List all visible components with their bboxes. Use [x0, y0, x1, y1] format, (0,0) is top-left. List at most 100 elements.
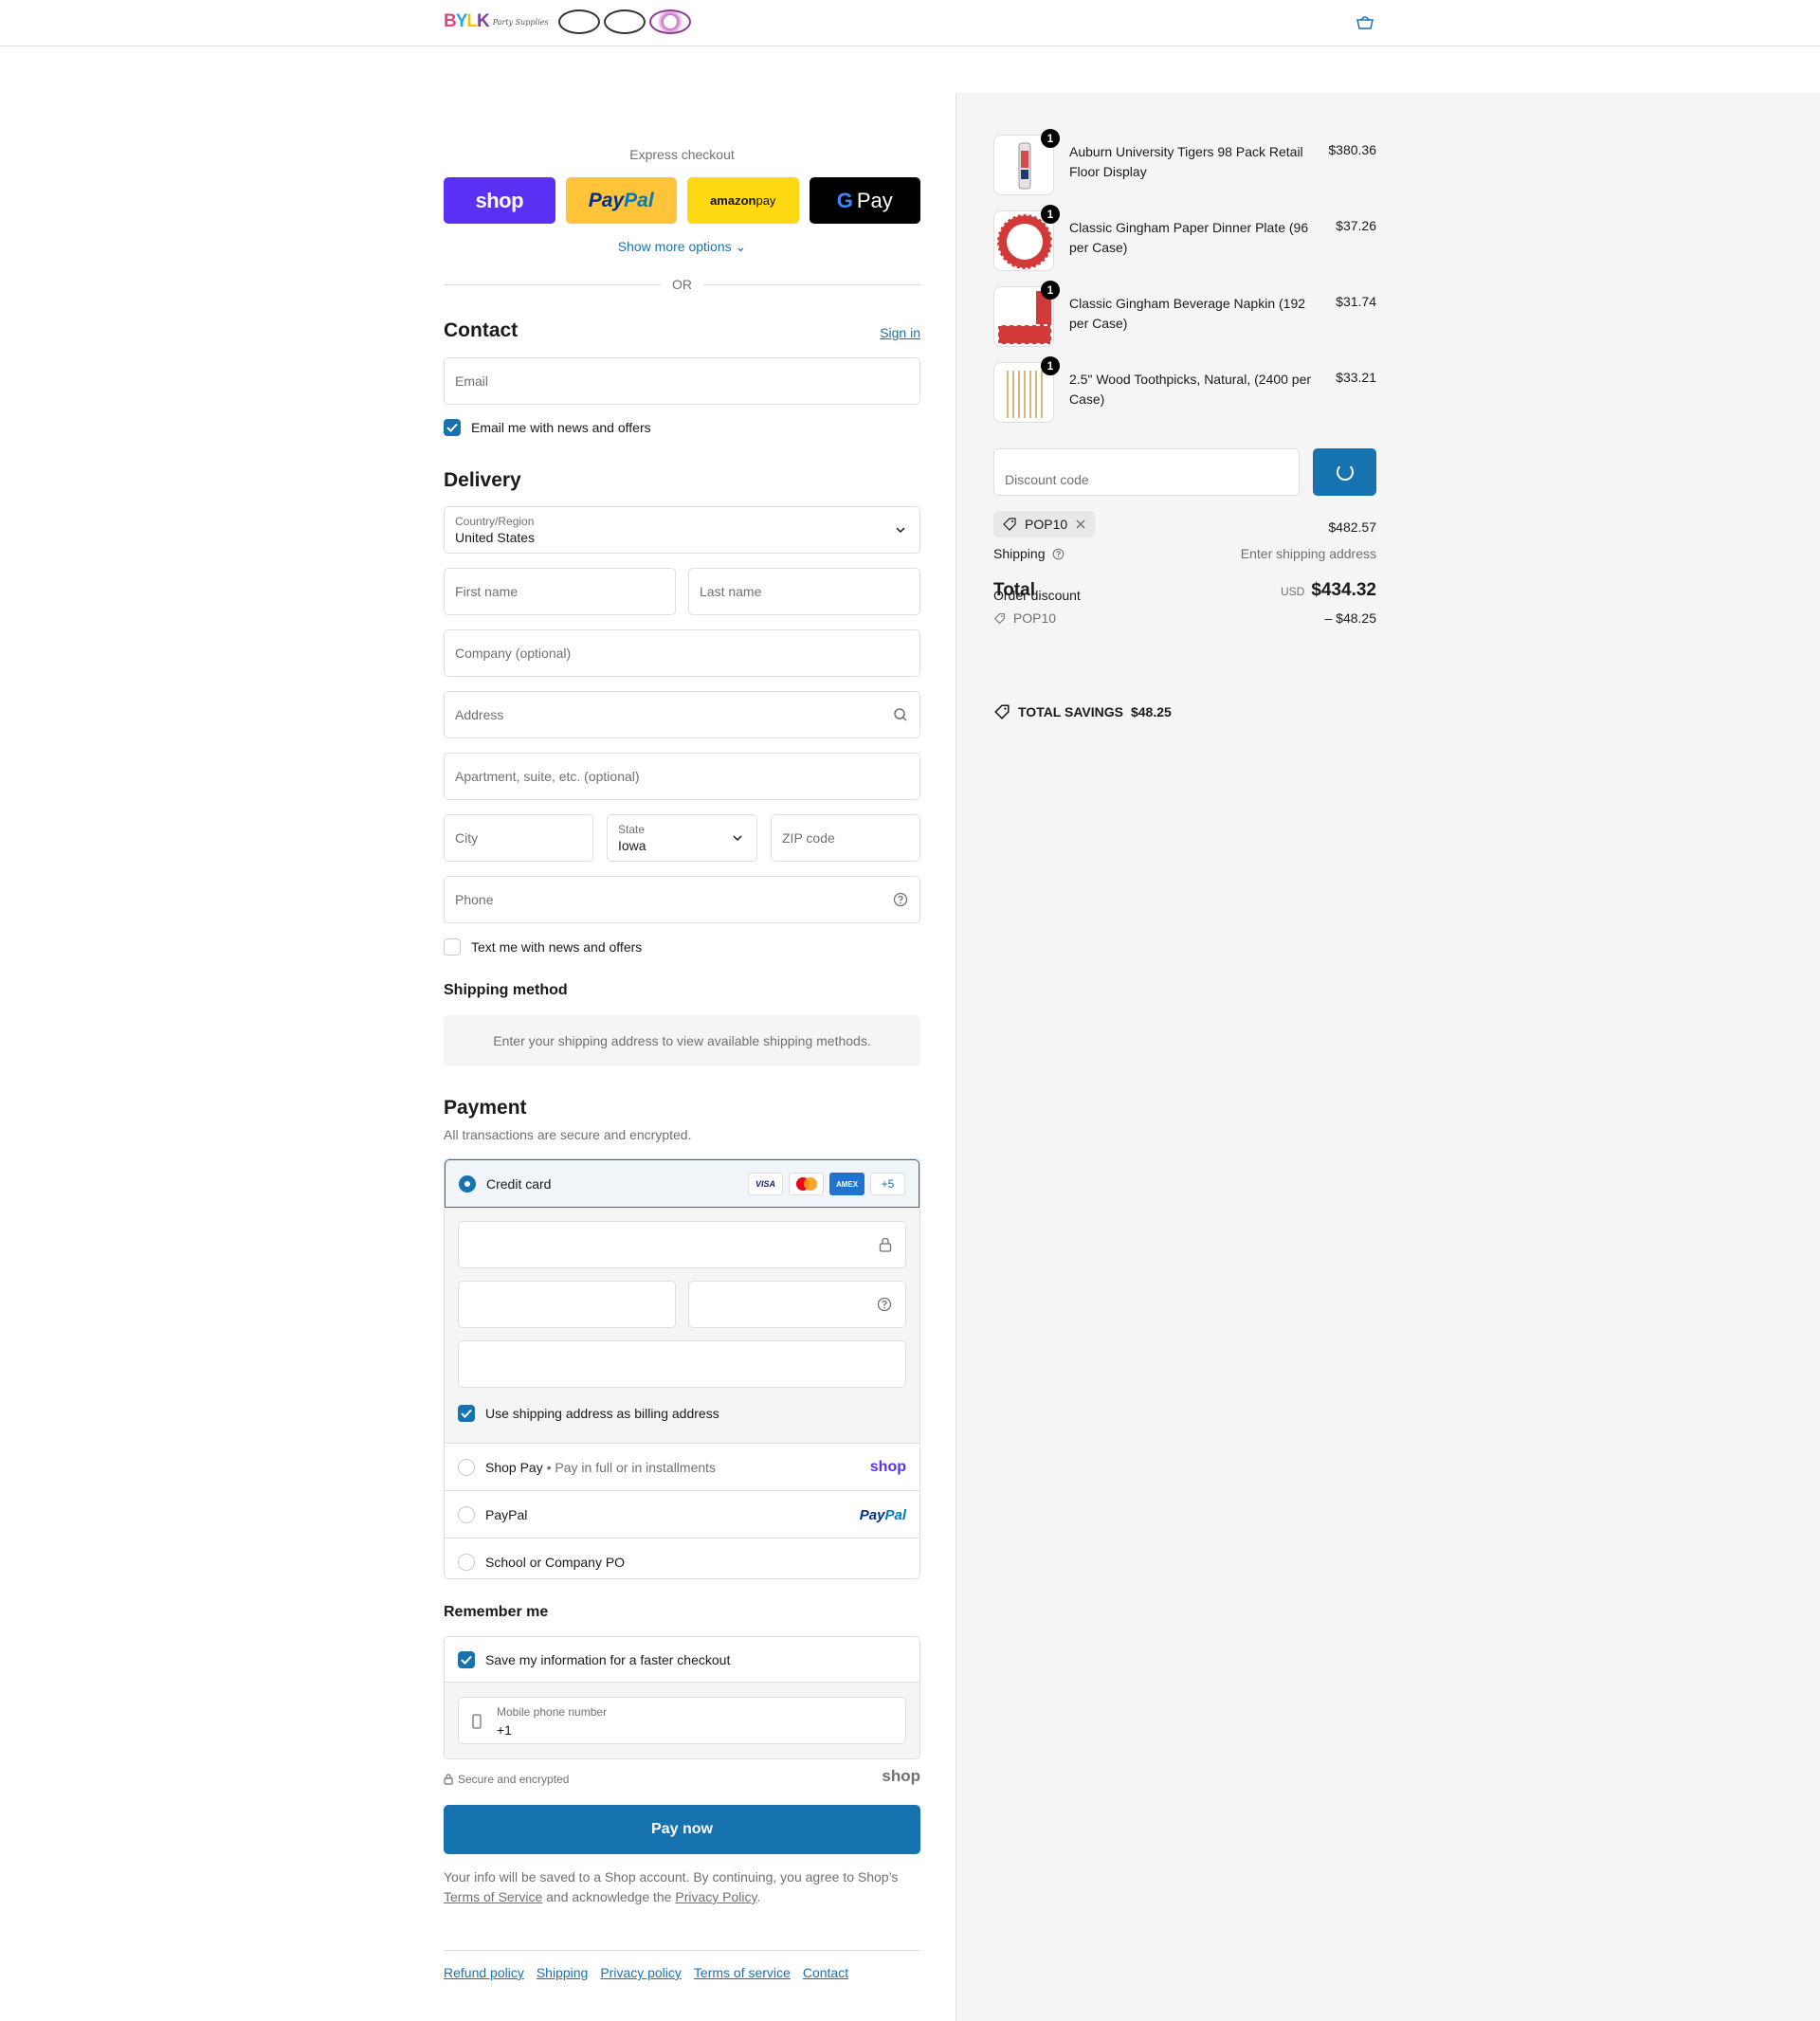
po-option[interactable]: School or Company PO: [445, 1538, 919, 1578]
item-name: 2.5" Wood Toothpicks, Natural, (2400 per…: [1069, 372, 1312, 407]
city-field[interactable]: City: [444, 814, 593, 862]
terms-of-service-footer-link[interactable]: Terms of service: [694, 1965, 791, 1980]
contact-heading: Contact: [444, 319, 519, 341]
item-name: Auburn University Tigers 98 Pack Retail …: [1069, 144, 1303, 179]
delivery-heading: Delivery: [444, 469, 521, 491]
company-field[interactable]: Company (optional): [444, 629, 920, 677]
more-brands-badge[interactable]: +5: [870, 1173, 905, 1195]
shipping-link[interactable]: Shipping: [537, 1965, 589, 1980]
contact-link[interactable]: Contact: [803, 1965, 848, 1980]
credit-card-form: Use shipping address as billing address: [445, 1208, 919, 1443]
terms-of-service-link[interactable]: Terms of Service: [444, 1889, 542, 1904]
shop-logo: shop: [882, 1767, 920, 1785]
security-code-field[interactable]: [688, 1281, 906, 1328]
paypal-button[interactable]: Pay Pal: [565, 177, 677, 224]
address-field[interactable]: Address: [444, 691, 920, 738]
quantity-badge: 1: [1041, 129, 1060, 148]
express-checkout-title: Express checkout: [629, 147, 735, 162]
item-price: $31.74: [1336, 294, 1376, 309]
checkbox-checked-icon[interactable]: [458, 1651, 475, 1668]
quantity-badge: 1: [1041, 205, 1060, 224]
shipping-method-note: Enter your shipping address to view avai…: [444, 1015, 920, 1066]
apartment-field[interactable]: Apartment, suite, etc. (optional): [444, 753, 920, 800]
site-header: BYLK Party Supplies: [0, 0, 1820, 46]
shop-pay-logo: shop: [869, 1459, 906, 1475]
credit-card-option[interactable]: Credit card VISA AMEX +5: [445, 1159, 919, 1208]
privacy-policy-link[interactable]: Privacy Policy: [675, 1889, 756, 1904]
name-on-card-field[interactable]: [458, 1340, 906, 1388]
tag-icon: [1003, 518, 1016, 531]
amazon-pay-button[interactable]: amazon pay: [687, 177, 799, 224]
radio-unselected-icon[interactable]: [458, 1459, 475, 1476]
logo-letters: BYLK: [444, 11, 490, 31]
checkbox-checked-icon[interactable]: [444, 419, 461, 436]
cart-item: 1 Auburn University Tigers 98 Pack Retai…: [993, 129, 1376, 197]
item-name: Classic Gingham Beverage Napkin (192 per…: [1069, 296, 1306, 331]
chevron-down-icon: [733, 835, 742, 842]
amex-icon: AMEX: [829, 1173, 864, 1195]
privacy-policy-footer-link[interactable]: Privacy policy: [600, 1965, 682, 1980]
google-pay-button[interactable]: G Pay: [809, 177, 920, 224]
legal-note: Your info will be saved to a Shop accoun…: [444, 1869, 899, 1904]
cart-item: 1 Classic Gingham Beverage Napkin (192 p…: [993, 281, 1376, 349]
lock-icon: [879, 1237, 892, 1252]
veteran-seal-icon: [557, 9, 600, 34]
first-name-field[interactable]: First name: [444, 568, 676, 615]
close-icon[interactable]: [1075, 519, 1086, 530]
text-news-checkbox[interactable]: Text me with news and offers: [444, 938, 642, 956]
sign-in-link[interactable]: Sign in: [880, 325, 920, 340]
store-logo[interactable]: BYLK Party Supplies: [444, 8, 691, 36]
refund-policy-link[interactable]: Refund policy: [444, 1965, 524, 1980]
help-icon[interactable]: [893, 892, 908, 907]
phone-field[interactable]: Phone: [444, 876, 920, 923]
remember-me-box: Save my information for a faster checkou…: [444, 1636, 920, 1759]
paypal-option[interactable]: PayPal PayPal: [445, 1490, 919, 1538]
state-select[interactable]: State Iowa: [607, 814, 757, 862]
quantity-badge: 1: [1041, 281, 1060, 300]
loading-spinner-icon: [1336, 464, 1354, 481]
radio-unselected-icon[interactable]: [458, 1506, 475, 1523]
expiration-field[interactable]: [458, 1281, 676, 1328]
show-more-options-link[interactable]: Show more options ⌄: [444, 239, 920, 255]
quantity-badge: 1: [1041, 356, 1060, 375]
cart-icon[interactable]: [1356, 15, 1374, 30]
or-divider: OR: [444, 275, 920, 294]
discount-code-field[interactable]: Discount code: [993, 448, 1300, 496]
save-info-checkbox[interactable]: Save my information for a faster checkou…: [458, 1651, 730, 1668]
search-icon: [894, 708, 907, 721]
item-price: $380.36: [1328, 142, 1376, 157]
email-field[interactable]: Email: [444, 357, 920, 405]
remember-me-heading: Remember me: [444, 1604, 549, 1620]
shipping-row: Shipping Enter shipping address: [993, 546, 1376, 561]
card-number-field[interactable]: [458, 1221, 906, 1268]
lock-icon: [444, 1774, 453, 1785]
pay-now-button[interactable]: Pay now: [444, 1805, 920, 1854]
paypal-logo: PayPal: [859, 1507, 906, 1523]
tag-icon: [993, 613, 1005, 625]
email-news-checkbox[interactable]: Email me with news and offers: [444, 419, 651, 436]
save-info-option[interactable]: Save my information for a faster checkou…: [445, 1637, 919, 1683]
applied-discount-tag: POP10: [993, 511, 1096, 537]
item-name: Classic Gingham Paper Dinner Plate (96 p…: [1069, 220, 1309, 255]
item-price: $33.21: [1336, 370, 1376, 385]
total-savings: TOTAL SAVINGS $48.25: [993, 703, 1172, 720]
payment-methods: Credit card VISA AMEX +5 Use shipping ad…: [444, 1158, 920, 1579]
checkbox-unchecked-icon[interactable]: [444, 938, 461, 956]
help-icon[interactable]: [1052, 548, 1065, 560]
chevron-down-icon: ⌄: [735, 239, 747, 254]
shop-pay-button[interactable]: shop: [444, 177, 555, 224]
shop-pay-option[interactable]: Shop Pay • Pay in full or in installment…: [445, 1443, 919, 1490]
billing-same-checkbox[interactable]: Use shipping address as billing address: [458, 1405, 719, 1422]
mobile-phone-field[interactable]: Mobile phone number +1: [458, 1697, 906, 1744]
country-select[interactable]: Country/Region United States: [444, 506, 920, 554]
mastercard-icon: [789, 1173, 824, 1195]
last-name-field[interactable]: Last name: [688, 568, 920, 615]
radio-selected-icon[interactable]: [459, 1175, 476, 1193]
badge-seal-icon: [603, 9, 646, 34]
radio-unselected-icon[interactable]: [458, 1554, 475, 1571]
footer-links: Refund policy Shipping Privacy policy Te…: [444, 1950, 920, 1980]
checkbox-checked-icon[interactable]: [458, 1405, 475, 1422]
help-icon[interactable]: [877, 1297, 892, 1312]
zip-field[interactable]: ZIP code: [771, 814, 920, 862]
apply-discount-button[interactable]: [1313, 448, 1376, 496]
